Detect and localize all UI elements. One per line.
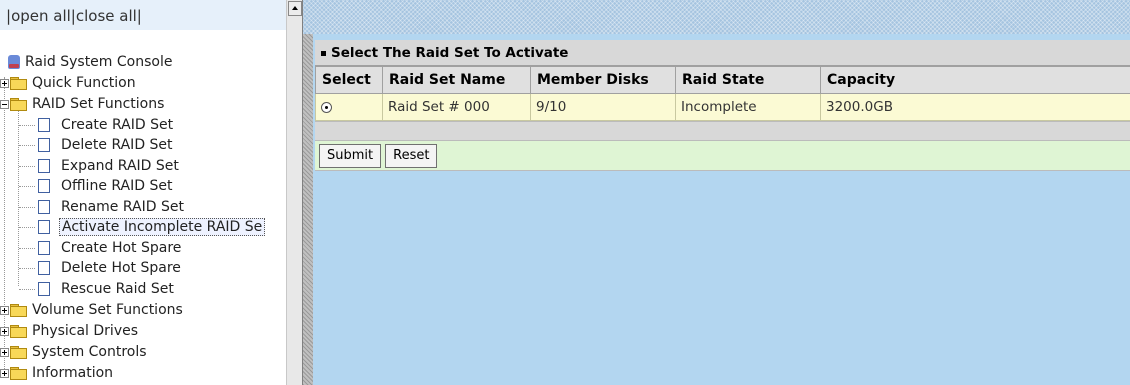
folder-open-icon: [10, 98, 27, 111]
tree-item-create-raid-set[interactable]: Create RAID Set: [38, 115, 175, 135]
raid-set-table: Select Raid Set Name Member Disks Raid S…: [315, 66, 1130, 121]
tree-item-rename-raid-set[interactable]: Rename RAID Set: [38, 197, 186, 217]
tree-item-create-hot-spare[interactable]: Create Hot Spare: [38, 238, 183, 258]
expand-icon[interactable]: [0, 305, 9, 315]
tree-folder-label: Volume Set Functions: [32, 302, 183, 318]
header-pattern-strip: [303, 0, 1130, 34]
tree-item-label: Rename RAID Set: [61, 199, 184, 215]
tree-item-label: Delete Hot Spare: [61, 260, 181, 276]
raid-set-name-cell: Raid Set # 000: [382, 93, 531, 121]
folder-icon: [10, 304, 27, 317]
bullet-icon: [321, 51, 326, 56]
collapse-icon[interactable]: [0, 99, 9, 109]
tree-folder-quick-function[interactable]: Quick Function: [0, 73, 138, 93]
reset-button[interactable]: Reset: [385, 143, 438, 168]
separator: |: [136, 7, 142, 25]
document-icon: [38, 241, 50, 255]
separator-bar: [315, 121, 1130, 141]
activate-raid-set-panel: Select The Raid Set To Activate Select R…: [315, 40, 1130, 171]
tree-connector: [19, 227, 35, 228]
folder-icon: [10, 77, 27, 90]
tree-root-raid-system-console[interactable]: Raid System Console: [8, 52, 174, 72]
tree-item-offline-raid-set[interactable]: Offline RAID Set: [38, 176, 174, 196]
tree-item-label: Activate Incomplete RAID Se: [59, 218, 266, 236]
tree-item-rescue-raid-set[interactable]: Rescue Raid Set: [38, 279, 176, 299]
tree-connector: [19, 186, 35, 187]
tree-item-expand-raid-set[interactable]: Expand RAID Set: [38, 156, 181, 176]
document-icon: [38, 200, 50, 214]
navigation-frame: |open all|close all| Raid System Console…: [0, 0, 303, 385]
open-all-link[interactable]: open all: [11, 7, 71, 25]
tree-item-label: Rescue Raid Set: [61, 281, 174, 297]
column-header-raid-set-name: Raid Set Name: [382, 66, 531, 94]
panel-title-text: Select The Raid Set To Activate: [331, 45, 569, 61]
tree-connector: [19, 145, 35, 146]
document-icon: [38, 220, 50, 234]
tree-item-delete-hot-spare[interactable]: Delete Hot Spare: [38, 258, 183, 278]
tree-folder-raid-set-functions[interactable]: RAID Set Functions: [0, 94, 166, 114]
tree-item-delete-raid-set[interactable]: Delete RAID Set: [38, 135, 175, 155]
tree-root-label: Raid System Console: [25, 54, 173, 70]
folder-icon: [10, 346, 27, 359]
tree-folder-label: RAID Set Functions: [32, 96, 165, 112]
column-header-member-disks: Member Disks: [530, 66, 676, 94]
tree-item-label: Delete RAID Set: [61, 137, 173, 153]
tree-connector: [18, 109, 19, 286]
document-icon: [38, 118, 50, 132]
tree-item-label: Expand RAID Set: [61, 158, 179, 174]
tree-item-label: Offline RAID Set: [61, 178, 173, 194]
frame-divider-pattern: [303, 34, 313, 385]
capacity-cell: 3200.0GB: [820, 93, 1130, 121]
tree-connector: [19, 166, 35, 167]
close-all-link[interactable]: close all: [76, 7, 137, 25]
column-header-capacity: Capacity: [820, 66, 1130, 94]
tree-folder-label: Physical Drives: [32, 323, 139, 339]
raid-state-cell: Incomplete: [675, 93, 821, 121]
tree-folder-label: Information: [32, 365, 114, 381]
tree-item-label: Create Hot Spare: [61, 240, 182, 256]
tree-item-label: Create RAID Set: [61, 117, 174, 133]
tree-folder-volume-set-functions[interactable]: Volume Set Functions: [0, 300, 185, 320]
raid-console-icon: [8, 55, 20, 69]
folder-icon: [10, 325, 27, 338]
open-close-bar: |open all|close all|: [0, 0, 286, 30]
folder-icon: [10, 367, 27, 380]
document-icon: [38, 179, 50, 193]
scroll-up-arrow-icon[interactable]: [288, 1, 302, 16]
tree-folder-information[interactable]: Information: [0, 363, 115, 383]
panel-title: Select The Raid Set To Activate: [315, 40, 1130, 66]
tree-connector: [19, 268, 35, 269]
document-icon: [38, 159, 50, 173]
form-action-row: Submit Reset: [315, 141, 1130, 171]
expand-icon[interactable]: [0, 368, 9, 378]
submit-button[interactable]: Submit: [319, 143, 382, 168]
tree-connector: [19, 248, 35, 249]
tree-connector: [19, 125, 35, 126]
raid-set-radio-button[interactable]: [321, 101, 332, 113]
tree-folder-label: System Controls: [32, 344, 147, 360]
tree-item-activate-incomplete-raid-set[interactable]: Activate Incomplete RAID Se: [38, 217, 266, 237]
document-icon: [38, 282, 50, 296]
tree-folder-physical-drives[interactable]: Physical Drives: [0, 321, 140, 341]
table-row: Raid Set # 000 9/10 Incomplete 3200.0GB: [315, 93, 1130, 121]
tree-connector: [19, 289, 35, 290]
content-frame: Select The Raid Set To Activate Select R…: [303, 0, 1130, 385]
expand-icon[interactable]: [0, 78, 9, 88]
document-icon: [38, 261, 50, 275]
tree-folder-label: Quick Function: [32, 75, 136, 91]
tree-connector: [19, 207, 35, 208]
expand-icon[interactable]: [0, 326, 9, 336]
vertical-scrollbar[interactable]: [286, 0, 302, 385]
select-cell: [315, 93, 383, 121]
expand-icon[interactable]: [0, 347, 9, 357]
document-icon: [38, 138, 50, 152]
column-header-select: Select: [315, 66, 383, 94]
column-header-raid-state: Raid State: [675, 66, 821, 94]
tree-folder-system-controls[interactable]: System Controls: [0, 342, 149, 362]
table-header-row: Select Raid Set Name Member Disks Raid S…: [315, 66, 1130, 94]
member-disks-cell: 9/10: [530, 93, 676, 121]
